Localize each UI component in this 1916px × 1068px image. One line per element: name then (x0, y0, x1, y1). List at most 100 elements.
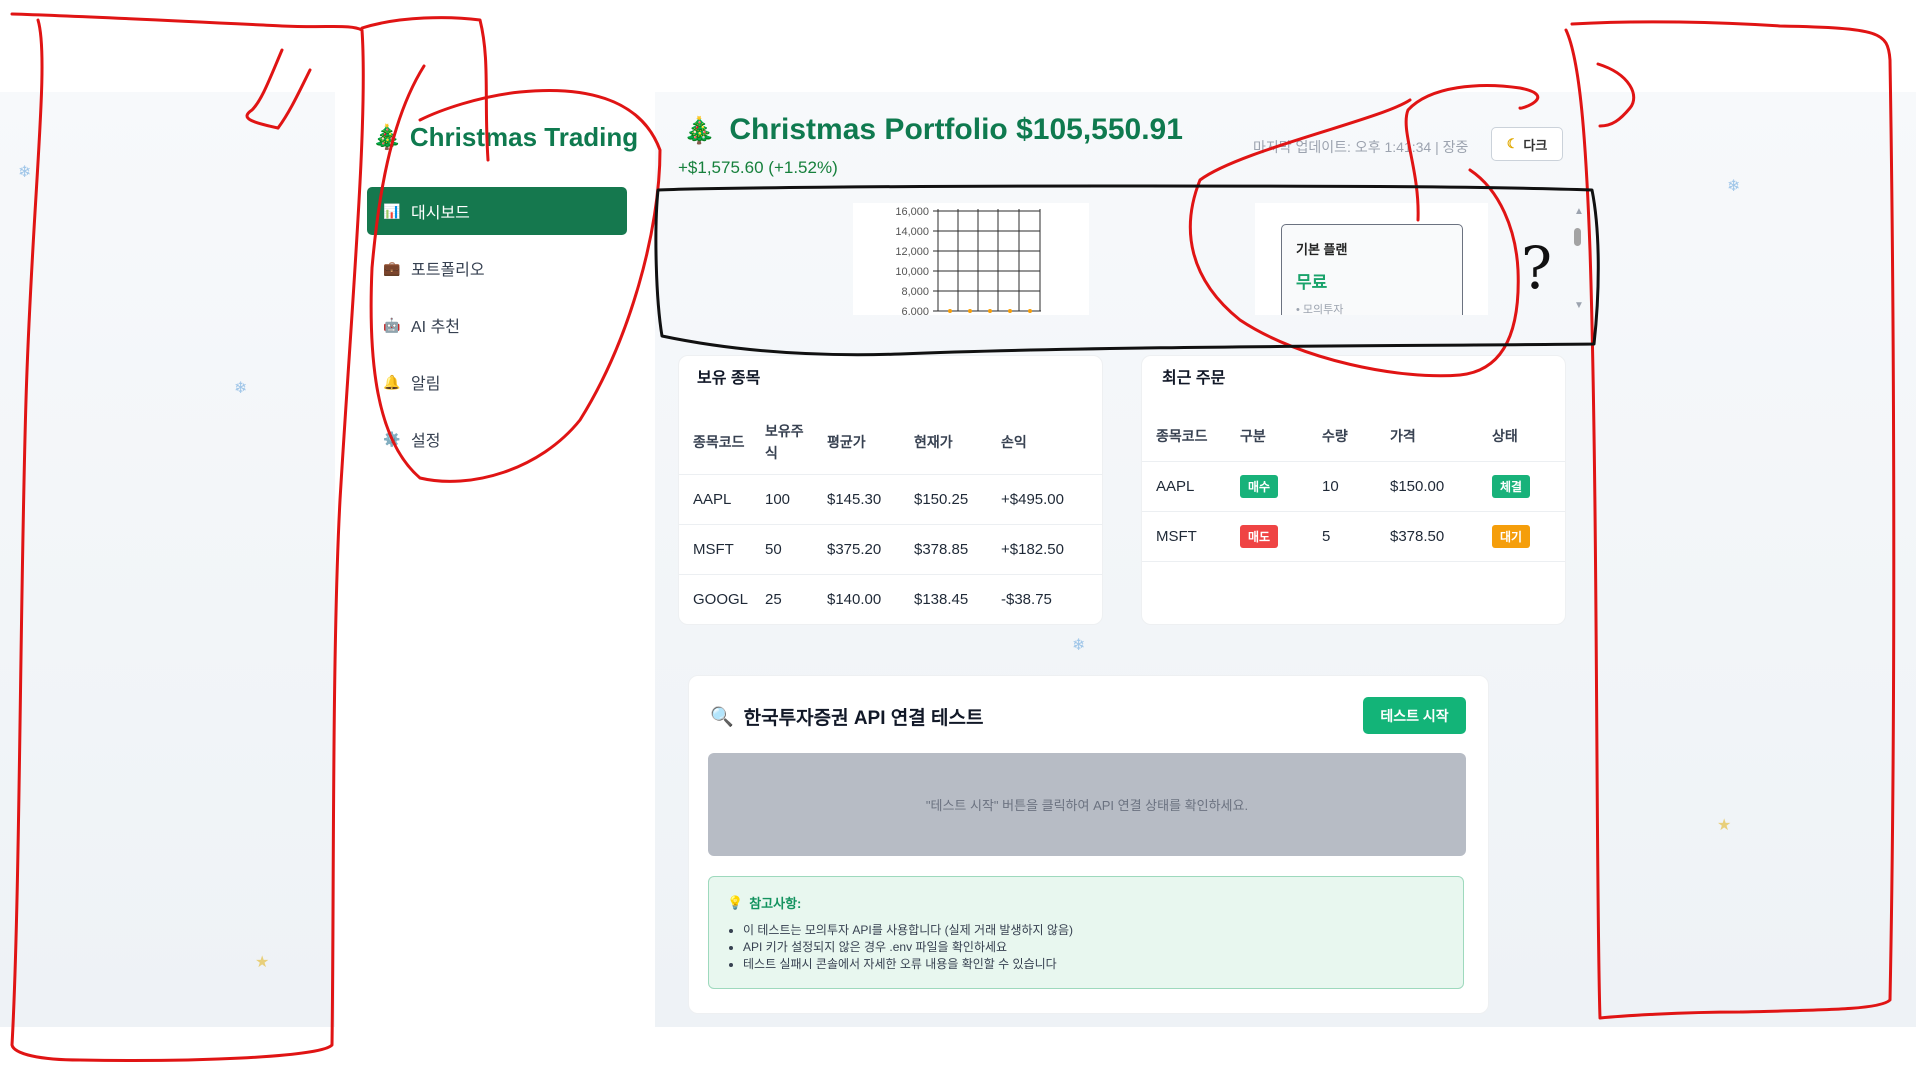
cell-qty: 50 (764, 523, 826, 574)
chart-icon: 📊 (383, 202, 401, 219)
column-header: 손익 (1001, 434, 1027, 451)
sidebar-item-settings[interactable]: ⚙️ 설정 (367, 415, 627, 463)
sidebar-item-alerts[interactable]: 🔔 알림 (367, 358, 627, 406)
sidebar-item-dashboard[interactable]: 📊 대시보드 (367, 187, 627, 235)
cell-code: MSFT (1142, 510, 1239, 562)
table-row[interactable]: MSFT 50 $375.20 $378.85 +$182.50 (679, 523, 1102, 574)
y-tick-label: 8,000 (901, 286, 929, 298)
cell-qty: 5 (1321, 510, 1389, 562)
notes-box: 💡 참고사항: 이 테스트는 모의투자 API를 사용합니다 (실제 거래 발생… (708, 876, 1464, 989)
cell-qty: 100 (764, 473, 826, 524)
christmas-tree-icon: 🎄 (372, 124, 402, 151)
y-tick-label: 6,000 (901, 306, 929, 315)
column-header: 종목코드 (693, 434, 745, 451)
column-header: 평균가 (827, 434, 866, 451)
sidebar-nav: 📊 대시보드 💼 포트폴리오 🤖 AI 추천 🔔 알림 ⚙️ 설정 (367, 187, 627, 472)
side-badge: 매수 (1240, 474, 1279, 498)
list-item: 테스트 실패시 콘솔에서 자세한 오류 내용을 확인할 수 있습니다 (743, 956, 1445, 973)
snowflake-icon: ❄ (1072, 637, 1086, 654)
holdings-table: 종목코드 보유주 식 평균가 현재가 손익 AAPL 100 $145.30 $1… (679, 411, 1102, 624)
brand[interactable]: 🎄 Christmas Trading (372, 122, 638, 153)
dark-mode-label: 다크 (1523, 137, 1548, 153)
robot-icon: 🤖 (383, 316, 401, 333)
cell-qty: 25 (764, 573, 826, 624)
sidebar-item-label: 포트폴리오 (411, 262, 485, 279)
chart-point (968, 309, 972, 313)
notes-list: 이 테스트는 모의투자 API를 사용합니다 (실제 거래 발생하지 않음) A… (727, 922, 1445, 973)
portfolio-change: +$1,575.60 (+1.52%) (678, 158, 838, 177)
y-tick-label: 16,000 (895, 206, 929, 218)
cell-current: $378.85 (913, 523, 1000, 574)
column-header: 구분 (1240, 427, 1266, 444)
y-tick-label: 12,000 (895, 246, 929, 258)
api-test-title-text: 한국투자증권 API 연결 테스트 (743, 708, 984, 729)
star-icon: ★ (1717, 817, 1732, 834)
table-header-row: 종목코드 보유주 식 평균가 현재가 손익 (679, 411, 1102, 474)
notes-title-text: 참고사항: (749, 896, 802, 911)
cell-code: GOOGL (679, 573, 764, 624)
brand-name: Christmas Trading (409, 122, 639, 152)
orders-card: 최근 주문 종목코드 구분 수량 가격 상태 AAPL 매수 10 $150.0… (1141, 355, 1566, 625)
column-header: 종목코드 (1156, 427, 1208, 444)
snowflake-icon: ❄ (18, 164, 32, 181)
cell-code: AAPL (1142, 460, 1239, 511)
table-row[interactable]: GOOGL 25 $140.00 $138.45 -$38.75 (679, 573, 1102, 624)
holdings-title: 보유 종목 (697, 370, 761, 387)
gear-icon: ⚙️ (383, 430, 401, 447)
table-row[interactable]: AAPL 매수 10 $150.00 체결 (1142, 460, 1565, 511)
dark-mode-button[interactable]: ☾ 다크 (1491, 127, 1563, 161)
sidebar-item-label: 알림 (411, 376, 441, 393)
last-updated: 마지막 업데이트: 오후 1:41:34 | 장중 (1253, 139, 1469, 155)
cell-code: AAPL (679, 473, 764, 524)
cell-code: MSFT (679, 523, 764, 574)
orders-table: 종목코드 구분 수량 가격 상태 AAPL 매수 10 $150.00 체결 M… (1142, 411, 1565, 562)
column-header: 수량 (1322, 427, 1348, 444)
sidebar-item-portfolio[interactable]: 💼 포트폴리오 (367, 244, 627, 292)
test-start-button[interactable]: 테스트 시작 (1363, 697, 1466, 734)
orders-title: 최근 주문 (1162, 370, 1226, 387)
scrollbar-thumb[interactable] (1574, 228, 1581, 246)
portfolio-title: Christmas Portfolio $105,550.91 (729, 113, 1183, 146)
star-icon: ★ (255, 954, 270, 971)
chart-point (1028, 309, 1032, 313)
cell-pnl: +$182.50 (1000, 523, 1102, 574)
cell-pnl: +$495.00 (1000, 473, 1102, 524)
y-tick-label: 10,000 (895, 266, 929, 278)
moon-icon: ☾ (1506, 136, 1519, 151)
plan-feature: • 모의투자 (1296, 304, 1344, 315)
list-item: API 키가 설정되지 않은 경우 .env 파일을 확인하세요 (743, 939, 1445, 956)
plan-price: 무료 (1296, 273, 1328, 292)
snowflake-icon: ❄ (1727, 178, 1741, 195)
portfolio-chart: 16,000 14,000 12,000 10,000 8,000 6,000 (895, 206, 1041, 315)
column-header: 현재가 (914, 434, 953, 451)
scroll-down-icon[interactable]: ▼ (1574, 300, 1584, 311)
table-header-row: 종목코드 구분 수량 가격 상태 (1142, 411, 1565, 461)
cell-avg: $140.00 (826, 573, 913, 624)
sidebar-item-ai-recommend[interactable]: 🤖 AI 추천 (367, 301, 627, 349)
table-row[interactable]: MSFT 매도 5 $378.50 대기 (1142, 510, 1565, 562)
status-badge: 체결 (1492, 474, 1531, 498)
christmas-tree-icon: 🎄 (683, 114, 716, 145)
snowflake-icon: ❄ (234, 380, 248, 397)
plan-name: 기본 플랜 (1296, 242, 1348, 257)
cell-current: $138.45 (913, 573, 1000, 624)
cell-qty: 10 (1321, 460, 1389, 511)
holdings-card: 보유 종목 종목코드 보유주 식 평균가 현재가 손익 AAPL 100 $145… (678, 355, 1103, 625)
portfolio-chart-panel: 16,000 14,000 12,000 10,000 8,000 6,000 (853, 203, 1089, 315)
plan-panel: 기본 플랜 무료 • 모의투자 (1255, 203, 1488, 315)
cell-price: $378.50 (1389, 510, 1491, 562)
plan-card[interactable]: 기본 플랜 무료 • 모의투자 (1281, 224, 1463, 315)
side-badge: 매도 (1240, 524, 1279, 548)
bell-icon: 🔔 (383, 373, 401, 390)
briefcase-icon: 💼 (383, 259, 401, 276)
notes-title: 💡 참고사항: (727, 893, 1445, 912)
chart-point (948, 309, 952, 313)
cell-pnl: -$38.75 (1000, 573, 1102, 624)
sidebar-item-label: 설정 (411, 433, 441, 450)
cell-avg: $145.30 (826, 473, 913, 524)
scroll-up-icon[interactable]: ▲ (1574, 206, 1584, 217)
list-item: 이 테스트는 모의투자 API를 사용합니다 (실제 거래 발생하지 않음) (743, 922, 1445, 939)
sidebar-item-label: 대시보드 (411, 205, 470, 222)
api-test-title: 🔍 한국투자증권 API 연결 테스트 (710, 703, 983, 730)
table-row[interactable]: AAPL 100 $145.30 $150.25 +$495.00 (679, 473, 1102, 524)
